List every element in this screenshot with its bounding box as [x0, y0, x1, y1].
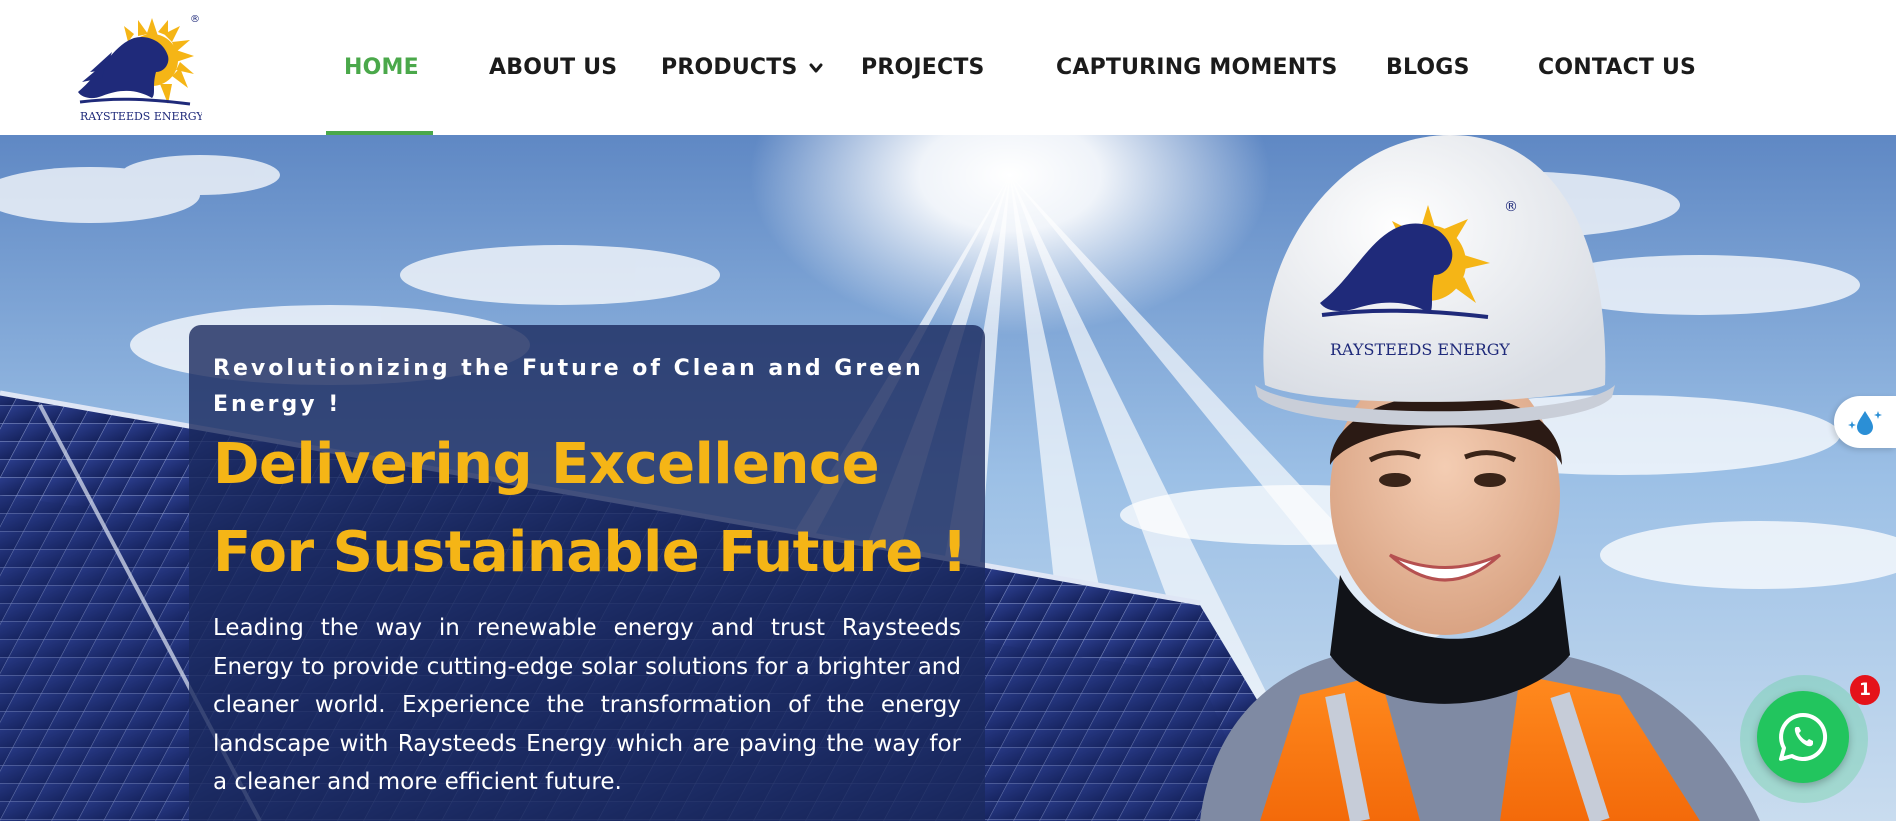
accessibility-side-tab[interactable]	[1834, 396, 1896, 448]
nav-item-products[interactable]: PRODUCTS	[661, 0, 824, 135]
whatsapp-icon	[1779, 712, 1828, 761]
nav-item-products-label: PRODUCTS	[661, 55, 798, 80]
whatsapp-button[interactable]	[1757, 691, 1849, 783]
hero-text-panel: Revolutionizing the Future of Clean and …	[189, 325, 985, 821]
hero-heading: Delivering Excellence For Sustainable Fu…	[213, 421, 973, 597]
main-nav: HOME ABOUT US PRODUCTS PROJECTS CAPTURIN…	[0, 0, 1896, 135]
nav-item-contact-us[interactable]: CONTACT US	[1538, 0, 1696, 135]
site-header: RAYSTEEDS ENERGY ® HOME ABOUT US PRODUCT…	[0, 0, 1896, 135]
water-drop-sparkle-icon	[1848, 411, 1882, 435]
nav-item-capturing-moments[interactable]: CAPTURING MOMENTS	[1056, 0, 1338, 135]
chevron-down-icon	[809, 63, 822, 72]
helmet-registered-mark: ®	[1504, 199, 1518, 215]
hero-description: Leading the way in renewable energy and …	[213, 615, 961, 795]
nav-item-blogs[interactable]: BLOGS	[1386, 0, 1470, 135]
hero-banner: RAYSTEEDS ENERGY ® Revolutionizing the F…	[0, 135, 1896, 821]
whatsapp-notification-badge: 1	[1850, 675, 1880, 705]
active-nav-indicator	[326, 131, 433, 135]
helmet-logo-text: RAYSTEEDS ENERGY	[1330, 340, 1510, 359]
hero-heading-line1: Delivering Excellence	[213, 432, 880, 497]
nav-item-home[interactable]: HOME	[344, 0, 419, 135]
hero-heading-line2: For Sustainable Future !	[213, 520, 967, 585]
hero-tagline: Revolutionizing the Future of Clean and …	[213, 356, 924, 417]
nav-item-projects[interactable]: PROJECTS	[861, 0, 985, 135]
nav-item-about-us[interactable]: ABOUT US	[489, 0, 617, 135]
whatsapp-widget: 1	[1740, 675, 1880, 803]
